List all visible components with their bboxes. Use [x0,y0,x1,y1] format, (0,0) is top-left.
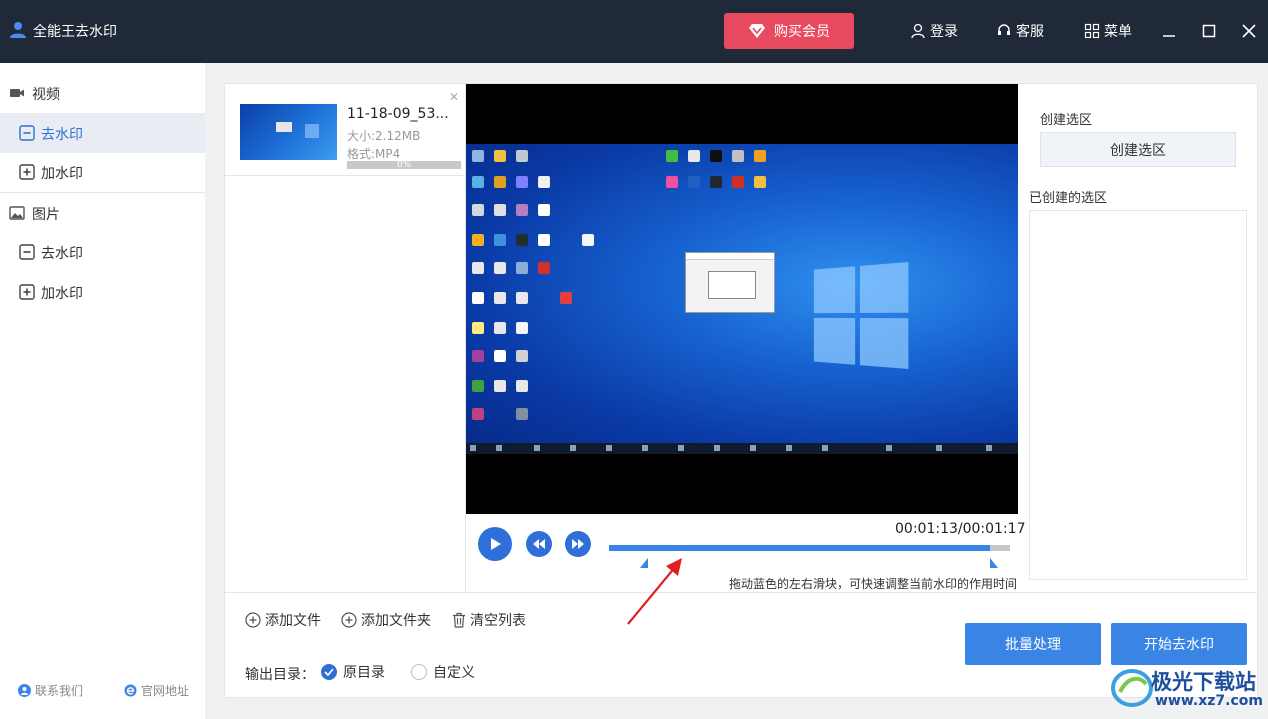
close-icon [1242,24,1256,38]
radio-checked-icon [321,664,337,680]
site-watermark-url: www.xz7.com [1155,693,1263,709]
add-folder-button[interactable]: 添加文件夹 [341,610,431,630]
login-label: 登录 [930,24,958,40]
contact-user-icon [18,684,31,697]
progress-fill [609,545,990,551]
total-time: 00:01:17 [962,521,1026,537]
service-label: 客服 [1016,24,1044,40]
fast-forward-button[interactable] [565,531,591,557]
windows-logo-icon [813,261,910,370]
app-logo-icon [10,22,26,38]
created-regions-title: 已创建的选区 [1029,191,1108,206]
output-original-label: 原目录 [343,665,385,681]
sidebar-section-label: 视频 [32,87,60,103]
add-file-label: 添加文件 [265,613,321,629]
create-region-title: 创建选区 [1040,113,1093,128]
site-watermark-title: 极光下载站 [1151,670,1256,694]
minus-square-icon [19,244,35,260]
maximize-icon [1202,24,1216,38]
add-file-button[interactable]: 添加文件 [245,610,321,630]
sidebar-section-label: 图片 [32,207,60,223]
video-preview[interactable] [466,84,1018,514]
dialog-in-video [685,252,775,313]
menu-button[interactable]: 菜单 [1084,21,1132,41]
start-trim-handle[interactable] [640,558,648,568]
main-panel: 11-18-09_53... 大小:2.12MB 格式:MP4 0% ✕ 00:… [224,83,1258,698]
clear-list-label: 清空列表 [470,613,526,629]
minimize-icon [1163,35,1175,37]
file-list-item[interactable]: 11-18-09_53... 大小:2.12MB 格式:MP4 0% ✕ [225,84,466,176]
file-list: 11-18-09_53... 大小:2.12MB 格式:MP4 0% ✕ [225,84,466,592]
rewind-icon [533,539,545,549]
grid-menu-icon [1084,23,1100,39]
sidebar-item-video-remove-watermark[interactable]: 去水印 [0,113,205,153]
sidebar-item-image-remove-watermark[interactable]: 去水印 [0,232,205,272]
radio-unchecked-icon [411,664,427,680]
image-icon [9,206,25,220]
diamond-icon [749,24,765,38]
sidebar-item-label: 去水印 [41,127,83,143]
plus-square-icon [19,164,35,180]
website-label: 官网地址 [141,684,190,698]
maximize-button[interactable] [1198,20,1220,42]
play-button[interactable] [478,527,512,561]
close-window-button[interactable] [1238,20,1260,42]
end-trim-handle[interactable] [990,558,998,568]
sidebar: 视频 去水印 加水印 图片 去水印 加水印 联系我们 官网地址 [0,63,205,719]
user-icon [911,23,925,39]
output-custom-label: 自定义 [433,665,475,681]
sidebar-item-image-add-watermark[interactable]: 加水印 [0,272,205,312]
start-remove-watermark-button[interactable]: 开始去水印 [1111,623,1247,665]
plus-circle-icon [341,612,357,628]
sidebar-item-label: 加水印 [41,286,83,302]
file-progress-label: 0% [396,160,412,170]
video-thumbnail [240,104,337,160]
customer-service-button[interactable]: 客服 [996,21,1044,41]
login-button[interactable]: 登录 [910,21,958,41]
progress-track[interactable] [609,545,1010,551]
video-taskbar [466,443,1018,454]
play-icon [491,538,501,550]
minimize-button[interactable] [1158,20,1180,42]
remove-file-icon[interactable]: ✕ [449,90,459,104]
created-regions-list [1029,210,1247,580]
video-frame [466,144,1018,454]
website-link[interactable]: 官网地址 [124,682,189,699]
sidebar-item-label: 加水印 [41,166,83,182]
trim-hint: 拖动蓝色的左右滑块，可快速调整当前水印的作用时间 [729,577,1018,591]
plus-square-icon [19,284,35,300]
bottom-divider [225,592,1257,593]
file-progress-bar: 0% [347,160,461,170]
output-original-radio[interactable]: 原目录 [321,662,385,682]
browser-e-icon [124,684,137,697]
batch-process-button[interactable]: 批量处理 [965,623,1101,665]
sidebar-item-video-add-watermark[interactable]: 加水印 [0,152,205,192]
title-bar: 全能王去水印 购买会员 登录 客服 菜单 [0,0,1268,63]
file-name: 11-18-09_53... [347,106,449,122]
buy-vip-label: 购买会员 [774,24,830,40]
time-display: 00:01:13/00:01:17 [895,521,1026,537]
headset-icon [998,24,1010,35]
app-title: 全能王去水印 [33,24,117,40]
minus-square-icon [19,125,35,141]
contact-us-link[interactable]: 联系我们 [18,682,83,699]
add-folder-label: 添加文件夹 [361,613,431,629]
output-custom-radio[interactable]: 自定义 [411,662,475,682]
current-time: 00:01:13 [895,521,958,537]
buy-vip-button[interactable]: 购买会员 [724,13,854,49]
output-dir-label: 输出目录： [245,667,315,683]
trash-icon [453,612,465,628]
sidebar-section-video[interactable]: 视频 [0,73,205,113]
file-size: 大小:2.12MB [347,129,421,143]
create-region-button[interactable]: 创建选区 [1040,132,1236,167]
sidebar-section-image[interactable]: 图片 [0,193,205,233]
menu-label: 菜单 [1104,24,1132,40]
video-camera-icon [10,89,24,97]
contact-us-label: 联系我们 [35,684,84,698]
rewind-button[interactable] [526,531,552,557]
clear-list-button[interactable]: 清空列表 [452,610,526,630]
sidebar-item-label: 去水印 [41,246,83,262]
fast-forward-icon [572,539,584,549]
plus-circle-icon [245,612,261,628]
